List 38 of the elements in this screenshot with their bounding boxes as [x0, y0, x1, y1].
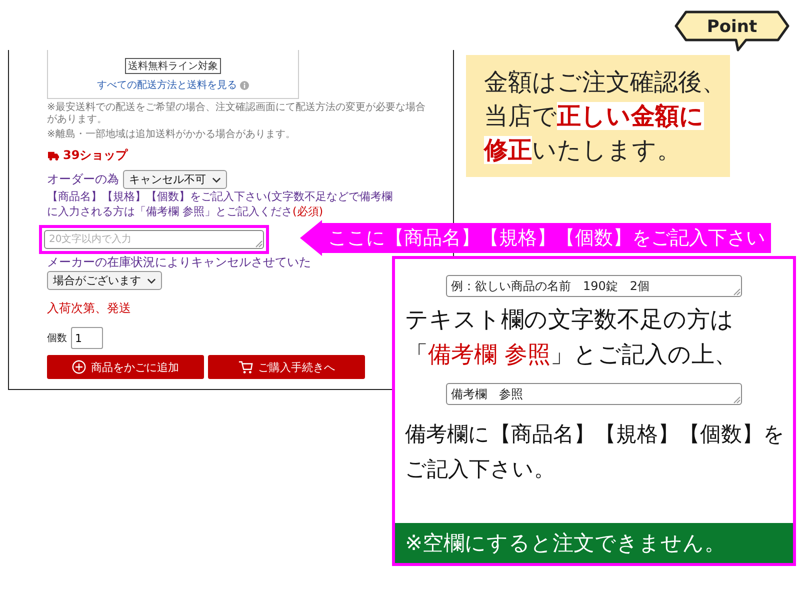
stock-select[interactable]: 場合がございます [47, 271, 162, 290]
add-button[interactable]: 商品をかごに追加 [47, 355, 204, 379]
instruction-text: に入力される方は「備考欄 参照」とご記入くださ [47, 205, 292, 218]
truck-icon [47, 150, 60, 161]
stock-note: メーカーの在庫状況によりキャンセルさせていた [47, 254, 311, 271]
callout-arrow-icon [300, 220, 322, 256]
cancel-select[interactable]: キャンセル不可 [123, 170, 227, 189]
quantity-label: 個数 [47, 332, 67, 345]
shipping-note: ※最安送料での配送をご希望の場合、注文確認画面にて配送方法の変更が必要な場合があります。 [47, 102, 426, 126]
order-label: オーダーの為 [47, 171, 119, 188]
shipping-methods-link[interactable]: すべての配送方法と送料を見る [97, 78, 237, 92]
instruction-line: テキスト欄の文字数不足の方は [404, 306, 734, 335]
instruction-line: 備考欄に【商品名】【規格】【個数】を [404, 421, 785, 448]
instruction-line: 「備考欄 参照」とご記入の上、 [404, 341, 738, 370]
chevron-icon [147, 278, 156, 284]
resize-grip-icon[interactable] [733, 396, 741, 404]
price-notice: 当店で正しい金額に [484, 101, 704, 132]
shipping-note: ※離島・一部地域は追加送料がかかる場合があります。 [47, 129, 296, 141]
instruction-line: ご記入下さい。 [404, 456, 555, 483]
checkout-button[interactable]: ご購入手続きへ [208, 355, 365, 379]
cart-icon [238, 360, 253, 374]
instruction-text: 【商品名】【規格】【個数】をご記入下さい(文字数不足などで備考欄 [47, 190, 392, 203]
chevron-icon [212, 176, 221, 182]
product-info-field[interactable]: 20文字以内で入力 [44, 230, 264, 249]
shipping-status: 入荷次第、発送 [47, 300, 131, 317]
shipping-tag: 送料無料ライン対象 [125, 58, 221, 74]
price-notice: 修正いたします。 [484, 135, 681, 166]
price-notice: 金額はご注文確認後、 [484, 67, 726, 98]
quantity-field[interactable]: 1 [71, 327, 103, 349]
info-icon [240, 80, 249, 90]
example-field[interactable]: 例：欲しい商品の名前 190錠 2個 [446, 275, 742, 297]
resize-grip-icon[interactable] [733, 288, 741, 296]
required-mark: (必須) [292, 205, 324, 218]
warning-banner: ※空欄にすると注文できません。 [395, 523, 793, 563]
shop-name: 39ショップ [63, 147, 128, 164]
remarks-field[interactable]: 備考欄 参照 [446, 383, 742, 405]
resize-grip-icon[interactable] [255, 240, 263, 248]
plus-circle-icon [72, 360, 86, 374]
